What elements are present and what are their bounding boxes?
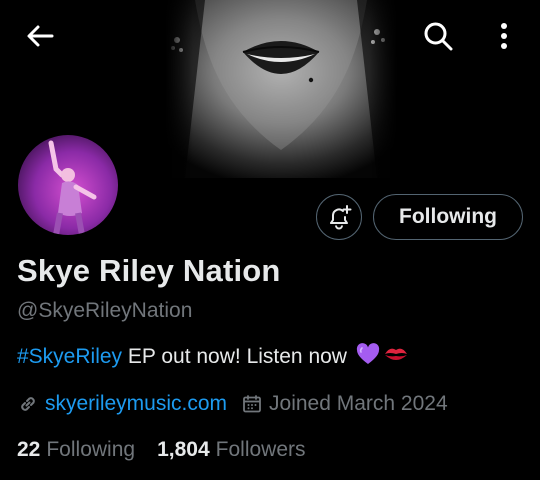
display-name: Skye Riley Nation [17,253,281,288]
joined-date: Joined March 2024 [241,392,448,416]
back-button[interactable] [18,16,62,56]
more-options-button[interactable] [484,14,524,58]
following-count: 22 [17,438,41,461]
search-icon [424,22,453,51]
arrow-left-icon [27,25,54,47]
bio-hashtag-link[interactable]: #SkyeRiley [17,345,122,369]
handle: @SkyeRileyNation [17,299,193,322]
followers-count: 1,804 [157,438,210,461]
notifications-button[interactable] [316,194,362,240]
more-vertical-icon [501,23,507,49]
following-button[interactable]: Following [373,194,523,240]
avatar-image [18,135,118,235]
banner-image [165,0,397,178]
bio: #SkyeRiley EP out now! Listen now [17,343,409,371]
joined-text: Joined March 2024 [269,392,448,415]
website-link[interactable]: skyerileymusic.com [45,392,227,416]
followers-label: Followers [215,438,306,461]
followers-stat-link[interactable]: 1,804 Followers [157,438,305,462]
link-icon [17,393,39,415]
following-stat-link[interactable]: 22 Following [17,438,135,462]
bio-text: EP out now! Listen now [122,345,353,368]
search-button[interactable] [416,14,460,58]
purple-heart-icon [356,343,380,371]
calendar-icon [241,393,263,415]
profile-meta: skyerileymusic.com Joined March 2024 [17,392,448,416]
avatar[interactable] [14,131,122,239]
following-label: Following [46,438,136,461]
kiss-mark-icon [383,343,409,371]
bell-plus-icon [330,205,352,230]
follow-stats: 22 Following 1,804 Followers [17,438,306,462]
